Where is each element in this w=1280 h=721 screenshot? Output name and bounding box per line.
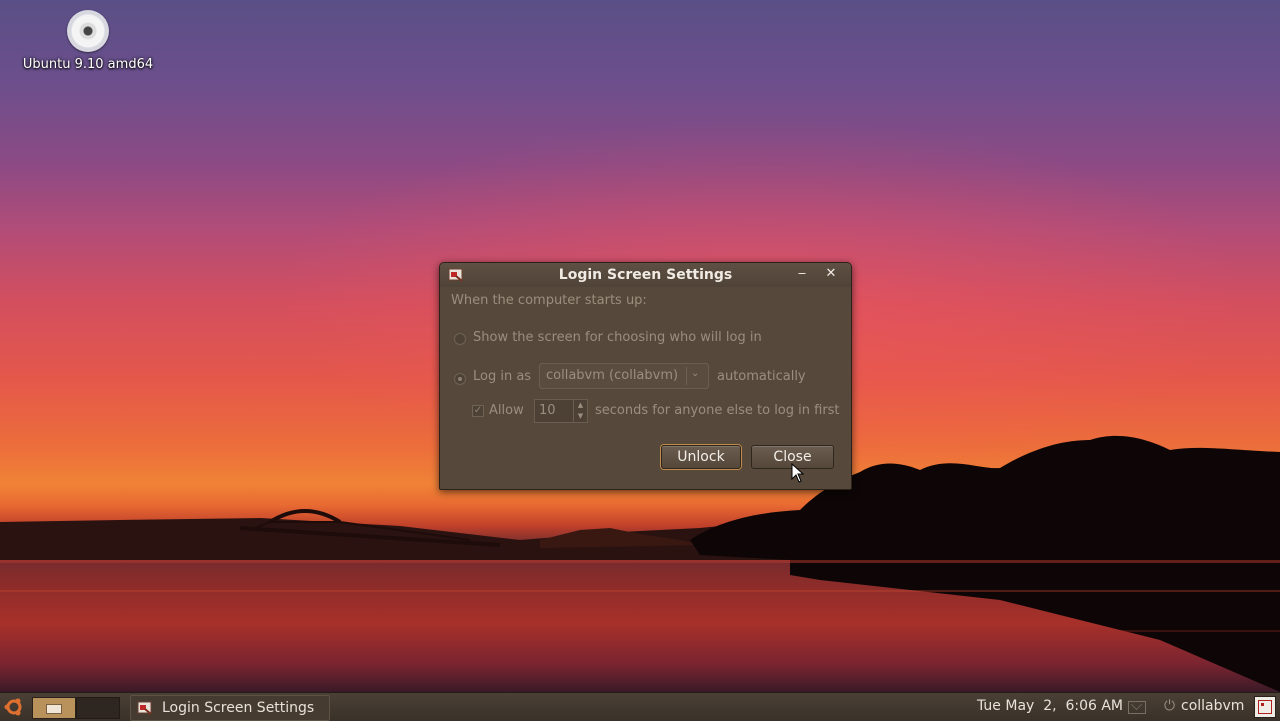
dialog-body: When the computer starts up: Show the sc… [440, 287, 851, 489]
desktop-icon-ubuntu-cd[interactable]: Ubuntu 9.10 amd64 [18, 10, 158, 72]
radio-login-as[interactable] [454, 373, 466, 385]
dialog-titlebar[interactable]: Login Screen Settings ‒ ✕ [440, 263, 851, 287]
workspace-1-button[interactable] [32, 697, 76, 719]
dropdown-separator [686, 367, 687, 385]
ubuntu-menu-icon[interactable] [4, 697, 24, 717]
shutdown-icon [1258, 700, 1272, 714]
close-window-button[interactable]: ✕ [823, 266, 839, 282]
dialog-title: Login Screen Settings [558, 267, 733, 283]
desktop-icon-label: Ubuntu 9.10 amd64 [22, 57, 154, 72]
user-select-value: collabvm (collabvm) [546, 368, 679, 383]
radio-login-as-label: Log in as [473, 369, 532, 384]
workspace-2-button[interactable] [76, 697, 120, 719]
section-label: When the computer starts up: [451, 293, 647, 308]
minimize-button[interactable]: ‒ [794, 266, 810, 282]
clock[interactable]: Tue May 2, 6:06 AM [977, 698, 1123, 714]
spin-arrows-icon[interactable]: ▲ ▼ [573, 400, 587, 422]
unlock-button[interactable]: Unlock [661, 445, 741, 469]
mail-icon[interactable] [1128, 701, 1146, 714]
delay-value: 10 [539, 403, 556, 418]
login-settings-app-icon [137, 701, 152, 715]
automatically-label: automatically [717, 369, 806, 384]
radio-choose-user[interactable] [454, 333, 466, 345]
mouse-cursor-icon [791, 463, 805, 483]
taskbar-item-label: Login Screen Settings [162, 700, 315, 716]
power-icon[interactable]: ⏻ [1164, 698, 1175, 714]
allow-delay-checkbox[interactable]: ✓ [472, 405, 484, 417]
user-menu[interactable]: collabvm [1181, 698, 1244, 714]
allow-label: Allow [489, 403, 524, 418]
delay-spinbox[interactable]: 10 ▲ ▼ [534, 399, 588, 423]
user-select-dropdown[interactable]: collabvm (collabvm) ⌄ [539, 363, 709, 389]
radio-choose-user-label: Show the screen for choosing who will lo… [473, 330, 762, 345]
cd-icon [67, 10, 109, 52]
window-thumbnail-icon [46, 704, 62, 714]
taskbar-item-login-screen-settings[interactable]: Login Screen Settings [130, 695, 330, 721]
delay-suffix-label: seconds for anyone else to log in first [595, 403, 840, 418]
bottom-panel: Login Screen Settings Tue May 2, 6:06 AM… [0, 692, 1280, 721]
session-menu-icon[interactable] [1254, 696, 1276, 718]
chevron-down-icon: ⌄ [691, 368, 700, 379]
login-screen-settings-dialog: Login Screen Settings ‒ ✕ When the compu… [439, 262, 852, 490]
